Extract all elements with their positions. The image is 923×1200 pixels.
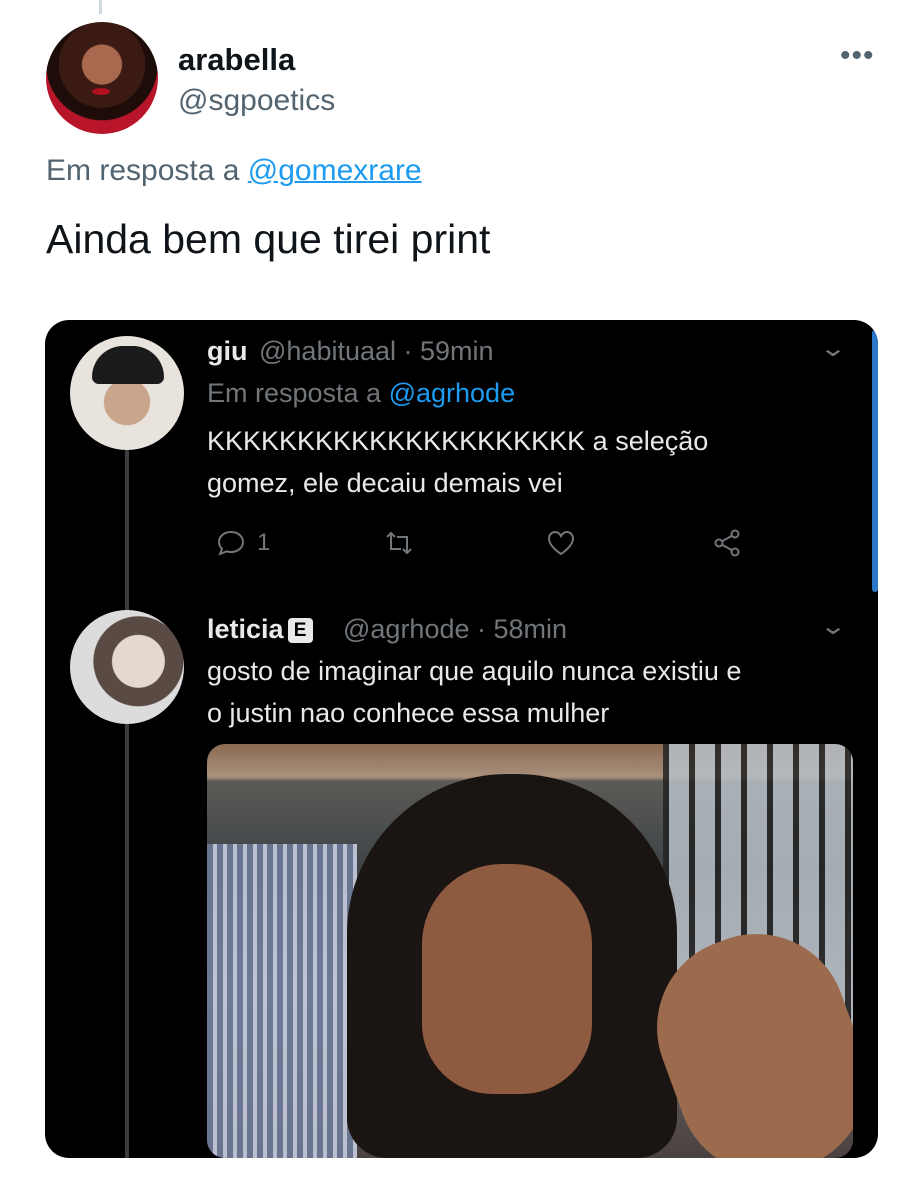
giu-reply-context: Em resposta a @agrhode [207, 378, 515, 409]
giu-reply-prefix: Em resposta a [207, 378, 382, 408]
leticia-text-line2: o justin nao conhece essa mulher [207, 698, 610, 728]
retweet-action [383, 526, 415, 560]
leticia-name-row: leticia E [207, 614, 319, 645]
display-name[interactable]: arabella [178, 42, 295, 78]
more-options-icon[interactable]: ••• [840, 41, 875, 71]
screenshot-thread-line [125, 448, 129, 1158]
leticia-name: leticia [207, 614, 284, 644]
giu-avatar [70, 336, 184, 450]
heart-icon [547, 530, 575, 556]
giu-text-line2: gomez, ele decaiu demais vei [207, 468, 563, 498]
photo-background-left [207, 844, 357, 1158]
tweet-text: Ainda bem que tirei print [46, 216, 491, 262]
giu-name: giu [207, 336, 248, 366]
reply-icon [217, 530, 245, 556]
leticia-text-line1: gosto de imaginar que aquilo nunca exist… [207, 656, 742, 686]
like-action [545, 526, 577, 560]
leticia-meta: @agrhode · 58min [343, 614, 567, 645]
giu-text: KKKKKKKKKKKKKKKKKKKKK a seleção gomez, e… [207, 420, 708, 504]
thread-connector-line [99, 0, 102, 14]
attached-image[interactable]: giu @habituaal · 59min ⌄ Em resposta a @… [45, 320, 878, 1158]
leticia-avatar [70, 610, 184, 724]
leticia-handle: @agrhode [343, 614, 470, 644]
giu-time: · 59min [403, 336, 494, 366]
reply-prefix: Em resposta a [46, 154, 240, 187]
chevron-down-icon: ⌄ [818, 613, 848, 640]
giu-meta: @habituaal · 59min [259, 336, 494, 367]
reply-context: Em resposta a @gomexrare [46, 154, 422, 188]
reply-count: 1 [257, 529, 271, 556]
giu-handle: @habituaal [259, 336, 397, 366]
badge-icon: E [287, 618, 313, 643]
cap-detail [92, 346, 164, 384]
chevron-down-icon: ⌄ [818, 335, 848, 362]
screenshot-scrollbar [872, 330, 878, 592]
giu-reply-handle: @agrhode [388, 378, 516, 408]
user-handle[interactable]: @sgpoetics [178, 84, 335, 118]
leticia-time: · 58min [477, 614, 568, 644]
embedded-photo [207, 744, 853, 1158]
share-action [711, 526, 743, 560]
share-icon [714, 529, 740, 557]
giu-text-line1: KKKKKKKKKKKKKKKKKKKKK a seleção [207, 426, 709, 456]
leticia-text: gosto de imaginar que aquilo nunca exist… [207, 650, 741, 734]
photo-subject-face [422, 864, 592, 1094]
avatar[interactable] [46, 22, 158, 134]
avatar-detail [92, 88, 110, 95]
reply-action: 1 [215, 526, 270, 560]
retweet-icon [386, 531, 412, 555]
reply-to-link[interactable]: @gomexrare [248, 154, 422, 187]
